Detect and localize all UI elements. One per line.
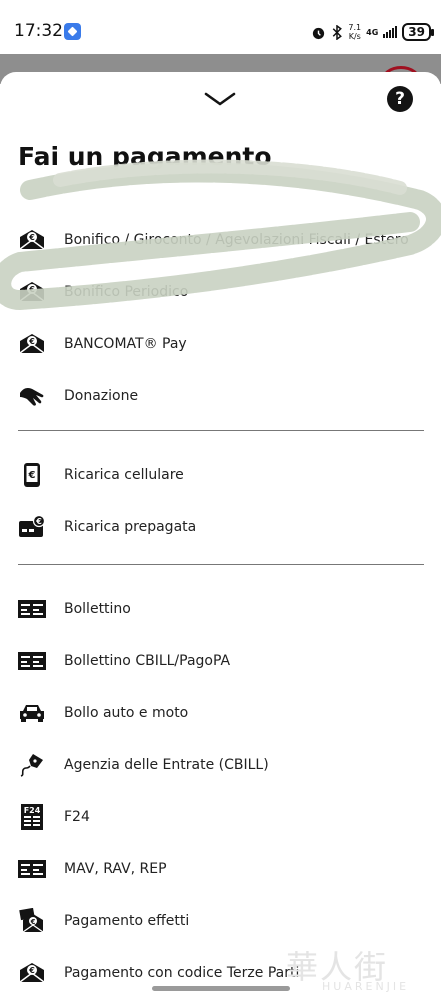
chevron-down-icon bbox=[204, 92, 236, 106]
menu-item-ricarica-cellulare[interactable]: € Ricarica cellulare bbox=[0, 449, 441, 501]
menu-item-label: Agenzia delle Entrate (CBILL) bbox=[64, 757, 269, 773]
menu-item-label: Donazione bbox=[64, 388, 139, 404]
menu-item-label: F24 bbox=[64, 809, 90, 825]
euro-envelope-icon: € bbox=[18, 279, 46, 305]
svg-text:€: € bbox=[30, 918, 36, 926]
bill-icon bbox=[18, 648, 46, 674]
card-euro-icon: € bbox=[18, 514, 46, 540]
menu-item-donazione[interactable]: Donazione bbox=[0, 370, 441, 422]
status-time: 17:32 bbox=[14, 21, 63, 41]
net-speed-value: 7.1 bbox=[348, 23, 362, 32]
system-icons: 7.1 K/s 4G 39 bbox=[311, 22, 434, 42]
menu-item-label: Bollettino bbox=[64, 601, 131, 617]
divider bbox=[18, 430, 424, 431]
svg-text:€: € bbox=[28, 285, 35, 294]
battery-level: 39 bbox=[402, 23, 434, 41]
menu-item-label: Ricarica cellulare bbox=[64, 467, 184, 483]
f24-form-icon: F24 bbox=[18, 804, 46, 830]
net-speed-unit: K/s bbox=[348, 32, 361, 41]
svg-text:€: € bbox=[35, 517, 42, 526]
euro-envelope-icon: € bbox=[18, 227, 46, 253]
menu-item-label: Ricarica prepagata bbox=[64, 519, 197, 535]
app-notification-icon bbox=[64, 23, 81, 40]
menu-item-pagamento-effetti[interactable]: € Pagamento effetti bbox=[0, 895, 441, 947]
menu-item-label: Pagamento con codice Terze Parti bbox=[64, 965, 300, 981]
signal-icon bbox=[383, 26, 398, 38]
phone-euro-icon: € bbox=[18, 462, 46, 488]
svg-text:€: € bbox=[28, 233, 35, 242]
menu-group-transfers: € Bonifico / Giroconto / Agevolazioni Fi… bbox=[0, 214, 441, 422]
bill-icon bbox=[18, 596, 46, 622]
bill-stack-icon: € bbox=[18, 908, 46, 934]
svg-text:€: € bbox=[28, 337, 35, 346]
menu-item-label: Bonifico Periodico bbox=[64, 284, 189, 300]
menu-item-bonifico[interactable]: € Bonifico / Giroconto / Agevolazioni Fi… bbox=[0, 214, 441, 266]
network-type: 4G bbox=[366, 27, 379, 37]
menu-item-label: Bollettino CBILL/PagoPA bbox=[64, 653, 231, 669]
menu-item-agenzia-entrate[interactable]: Agenzia delle Entrate (CBILL) bbox=[0, 739, 441, 791]
menu-item-label: Pagamento effetti bbox=[64, 913, 190, 929]
svg-text:€: € bbox=[28, 470, 36, 481]
menu-item-mav-rav[interactable]: MAV, RAV, REP bbox=[0, 843, 441, 895]
watermark-logo: 華人街 HUARENJIE bbox=[286, 942, 436, 994]
menu-item-bollettino[interactable]: Bollettino bbox=[0, 583, 441, 635]
car-icon bbox=[18, 700, 46, 726]
menu-item-label: Bonifico / Giroconto / Agevolazioni Fisc… bbox=[64, 232, 409, 248]
bill-icon bbox=[18, 856, 46, 882]
svg-text:€: € bbox=[28, 966, 35, 975]
menu-item-bancomat-pay[interactable]: € BANCOMAT® Pay bbox=[0, 318, 441, 370]
svg-text:F24: F24 bbox=[24, 806, 41, 815]
payment-sheet: ? Fai un pagamento € Bonifico / Girocont… bbox=[0, 72, 441, 1000]
help-button[interactable]: ? bbox=[387, 86, 413, 112]
menu-item-label: BANCOMAT® Pay bbox=[64, 336, 187, 352]
euro-envelope-icon: € bbox=[18, 960, 46, 986]
menu-group-bills: Bollettino Bollettino CBILL/PagoPA Bollo… bbox=[0, 583, 441, 999]
menu-item-ricarica-prepagata[interactable]: € Ricarica prepagata bbox=[0, 501, 441, 553]
menu-item-label: Bollo auto e moto bbox=[64, 705, 189, 721]
home-indicator[interactable] bbox=[152, 986, 290, 991]
euro-envelope-icon: € bbox=[18, 331, 46, 357]
menu-item-bonifico-periodico[interactable]: € Bonifico Periodico bbox=[0, 266, 441, 318]
pen-nib-icon bbox=[18, 752, 46, 778]
menu-item-bollo-auto[interactable]: Bollo auto e moto bbox=[0, 687, 441, 739]
bluetooth-icon bbox=[333, 24, 343, 40]
menu-group-topups: € Ricarica cellulare € Ricarica prepagat… bbox=[0, 449, 441, 553]
menu-item-f24[interactable]: F24 F24 bbox=[0, 791, 441, 843]
alarm-icon bbox=[313, 27, 325, 39]
watermark-latin: HUARENJIE bbox=[322, 980, 410, 993]
divider bbox=[18, 564, 424, 565]
page-title: Fai un pagamento bbox=[18, 142, 272, 171]
giving-hand-icon bbox=[18, 383, 46, 409]
menu-item-label: MAV, RAV, REP bbox=[64, 861, 167, 877]
collapse-sheet-button[interactable] bbox=[201, 86, 239, 112]
status-bar: 17:32 7.1 K/s 4G 39 bbox=[0, 0, 441, 54]
menu-item-bollettino-cbill[interactable]: Bollettino CBILL/PagoPA bbox=[0, 635, 441, 687]
net-speed: 7.1 K/s bbox=[348, 23, 361, 41]
